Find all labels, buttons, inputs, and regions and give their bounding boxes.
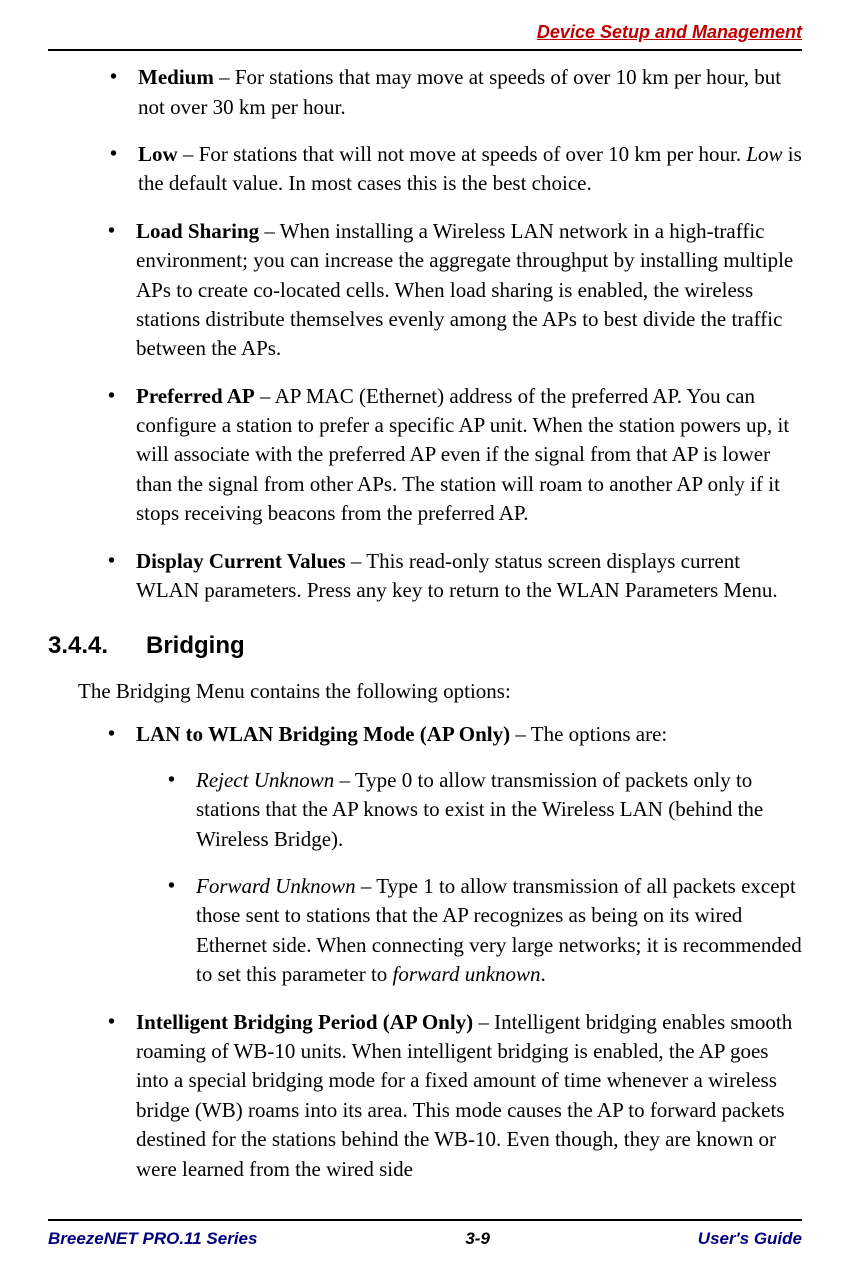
- list-item-reject: Reject Unknown – Type 0 to allow transmi…: [168, 766, 802, 854]
- section-heading: 3.4.4. Bridging: [48, 629, 802, 663]
- footer-left: BreezeNET PRO.11 Series: [48, 1227, 257, 1251]
- intelligent-bridging-text: – Intelligent bridging enables smooth ro…: [136, 1010, 792, 1181]
- medium-text: – For stations that may move at speeds o…: [138, 65, 781, 118]
- list-item-load-sharing: Load Sharing – When installing a Wireles…: [108, 217, 802, 364]
- forward-italic: forward unknown: [393, 962, 541, 986]
- list-item-forward: Forward Unknown – Type 1 to allow transm…: [168, 872, 802, 990]
- list-item-low: Low – For stations that will not move at…: [110, 140, 802, 199]
- section-intro: The Bridging Menu contains the following…: [48, 677, 802, 706]
- list-item-intelligent-bridging: Intelligent Bridging Period (AP Only) – …: [108, 1008, 802, 1184]
- bridging-list: LAN to WLAN Bridging Mode (AP Only) – Th…: [78, 720, 802, 1183]
- section-number: 3.4.4.: [48, 629, 146, 663]
- list-item-lan-wlan: LAN to WLAN Bridging Mode (AP Only) – Th…: [108, 720, 802, 989]
- page-header: Device Setup and Management: [48, 20, 802, 51]
- speed-list: Medium – For stations that may move at s…: [78, 63, 802, 199]
- page-footer: BreezeNET PRO.11 Series 3-9 User's Guide: [48, 1219, 802, 1251]
- forward-label: Forward Unknown: [196, 874, 356, 898]
- reject-label: Reject Unknown: [196, 768, 334, 792]
- footer-right: User's Guide: [698, 1227, 802, 1251]
- list-item-medium: Medium – For stations that may move at s…: [110, 63, 802, 122]
- list-item-preferred-ap: Preferred AP – AP MAC (Ethernet) address…: [108, 382, 802, 529]
- lan-wlan-options: Reject Unknown – Type 0 to allow transmi…: [136, 766, 802, 990]
- low-label: Low: [138, 142, 178, 166]
- low-italic: Low: [746, 142, 782, 166]
- section-title: Bridging: [146, 629, 245, 663]
- forward-text-after: .: [541, 962, 546, 986]
- medium-label: Medium: [138, 65, 214, 89]
- load-sharing-label: Load Sharing: [136, 219, 259, 243]
- display-current-label: Display Current Values: [136, 549, 346, 573]
- intelligent-bridging-label: Intelligent Bridging Period (AP Only): [136, 1010, 473, 1034]
- list-item-display-current: Display Current Values – This read-only …: [108, 547, 802, 606]
- preferred-ap-label: Preferred AP: [136, 384, 255, 408]
- lan-wlan-text: – The options are:: [510, 722, 667, 746]
- lan-wlan-label: LAN to WLAN Bridging Mode (AP Only): [136, 722, 510, 746]
- main-list: Load Sharing – When installing a Wireles…: [78, 217, 802, 606]
- footer-page-number: 3-9: [465, 1227, 490, 1251]
- low-text-before: – For stations that will not move at spe…: [178, 142, 747, 166]
